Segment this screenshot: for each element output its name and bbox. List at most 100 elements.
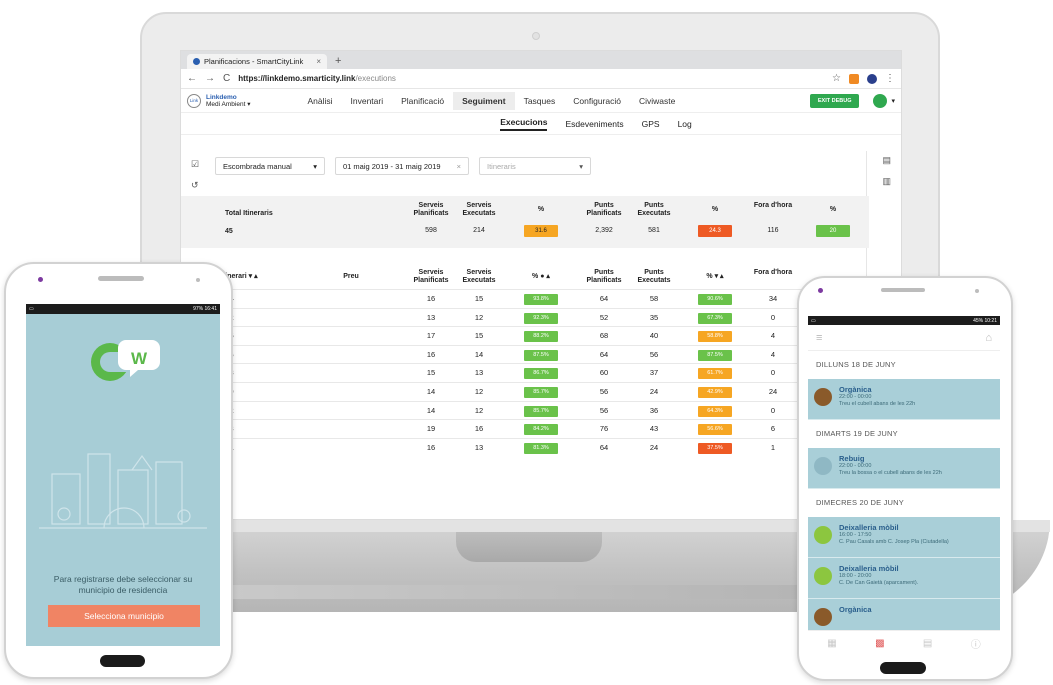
status-right: 45% 10:21: [973, 317, 997, 324]
map-icon[interactable]: ▦: [827, 638, 836, 649]
date-range-input[interactable]: 01 maig 2019 - 31 maig 2019 ×: [335, 157, 469, 175]
table-cell: 13: [426, 312, 436, 322]
table-row[interactable]: 528151386.7%603761.7%0: [181, 363, 869, 382]
collection-event[interactable]: Deixalleria mòbil 18:00 - 20:00 C. De Can …: [808, 558, 1000, 599]
phone-camera: [818, 288, 823, 293]
percent-badge: 81.3%: [524, 442, 558, 454]
user-menu-caret-icon[interactable]: ▾: [891, 97, 895, 105]
column-header[interactable]: Serveis Executats: [457, 269, 501, 285]
bin-icon[interactable]: ⌂: [985, 332, 992, 344]
menu-seguiment[interactable]: Seguiment: [453, 91, 515, 110]
table-cell: 24: [649, 386, 659, 396]
tab-log[interactable]: Log: [678, 119, 692, 129]
new-tab-button[interactable]: +: [335, 54, 341, 69]
menu-configuracio[interactable]: Configuració: [564, 92, 630, 110]
menu-inventari[interactable]: Inventari: [342, 92, 393, 110]
exit-debug-button[interactable]: EXIT DEBUG: [809, 93, 860, 108]
waste-type-icon: [814, 608, 832, 626]
clear-icon[interactable]: ×: [457, 162, 461, 171]
table-row[interactable]: 509141285.7%562442.9%24: [181, 381, 869, 401]
home-button[interactable]: [100, 655, 145, 667]
table-cell: 6: [770, 424, 776, 434]
sort-icon[interactable]: ▴: [546, 273, 550, 280]
logo-w-text: W: [131, 349, 148, 368]
document-icon[interactable]: ▤: [923, 638, 932, 649]
collection-event[interactable]: Deixalleria mòbil 16:00 - 17:50 C. Pau Cas…: [808, 517, 1000, 558]
menu-tasques[interactable]: Tasques: [515, 92, 565, 110]
percent-badge: 85.7%: [524, 386, 558, 398]
summary-header: %: [537, 206, 545, 213]
calendar-icon[interactable]: ▩: [875, 638, 884, 649]
table-row[interactable]: 506161487.5%645687.5%4: [181, 344, 869, 364]
history-icon[interactable]: ↺: [191, 180, 199, 191]
table-cell: 90.6%: [698, 293, 732, 305]
table-cell: 60: [599, 368, 609, 378]
registration-message: Para registrarse debe seleccionar su mun…: [53, 574, 193, 595]
organization-selector[interactable]: Linkdemo Medi Ambient ▾: [206, 94, 250, 108]
day-header: DIMECRES 20 DE JUNY: [808, 489, 1000, 517]
table-cell: 4: [770, 349, 776, 359]
table-row[interactable]: 522141285.7%563664.3%0: [181, 400, 869, 420]
itineraries-select[interactable]: Itineraris ▾: [479, 157, 591, 175]
status-bar: ▭ 45% 10:21: [808, 316, 1000, 325]
close-tab-icon[interactable]: ×: [316, 57, 321, 66]
report-icon[interactable]: ▥: [882, 176, 891, 187]
forward-icon[interactable]: →: [205, 73, 215, 84]
event-title: Deixalleria mòbil: [839, 523, 899, 532]
table-row[interactable]: 513191684.2%764356.6%6: [181, 419, 869, 438]
menu-analisi[interactable]: Anàlisi: [298, 92, 341, 110]
column-header[interactable]: Punts Planificats: [581, 269, 627, 285]
menu-planificacio[interactable]: Planificació: [392, 92, 453, 110]
select-municipality-button[interactable]: Selecciona municipio: [48, 605, 200, 627]
event-time: 22:00 - 00:00: [839, 463, 872, 469]
summary-total: 45: [225, 228, 233, 235]
rss-icon[interactable]: [849, 73, 859, 84]
column-header[interactable]: Serveis Planificats: [409, 269, 453, 285]
summary-header: Serveis Executats: [462, 202, 496, 217]
user-avatar[interactable]: [873, 93, 888, 108]
sort-icon[interactable]: ▾ ▴: [249, 273, 258, 280]
event-title: Rebuig: [839, 454, 865, 463]
hamburger-menu-icon[interactable]: ≡: [816, 332, 822, 344]
sort-icon[interactable]: ▾ ▴: [715, 273, 724, 280]
star-icon[interactable]: ☆: [832, 73, 841, 84]
type-select[interactable]: Escombrada manual ▾: [215, 157, 325, 175]
table-cell: 64.3%: [698, 405, 732, 417]
collection-event[interactable]: Rebuig 22:00 - 00:00 Treu la bossa o el cu…: [808, 448, 1000, 489]
home-button[interactable]: [880, 662, 926, 674]
summary-percent-badge: 24.3: [698, 225, 732, 237]
address-bar-row: ← → C https://linkdemo.smarticity.link/e…: [181, 69, 901, 89]
back-icon[interactable]: ←: [187, 73, 197, 84]
info-icon[interactable]: ⓘ: [971, 636, 981, 651]
filter-icon[interactable]: ●: [540, 273, 544, 280]
table-row[interactable]: 534161593.8%645890.6%34: [181, 289, 869, 308]
more-icon[interactable]: ⋮: [885, 73, 895, 84]
bottom-navigation: ▦ ▩ ▤ ⓘ: [808, 630, 1000, 656]
table-row[interactable]: 502131292.3%523567.3%0: [181, 307, 869, 327]
collection-event[interactable]: Orgànica 22:00 - 00:00 Treu el cubell aban…: [808, 379, 1000, 420]
column-header[interactable]: Fora d'hora: [751, 269, 795, 277]
column-header[interactable]: Punts Executats: [631, 269, 677, 285]
percent-badge: 87.5%: [698, 349, 732, 361]
profile-icon[interactable]: [867, 73, 877, 84]
reload-icon[interactable]: C: [223, 73, 230, 84]
tab-gps[interactable]: GPS: [642, 119, 660, 129]
summary-panel: Total Itineraris 45 Serveis Planificats …: [181, 196, 869, 248]
column-header[interactable]: % ▾ ▴: [687, 273, 743, 281]
percent-badge: 58.8%: [698, 331, 732, 343]
column-header-preu[interactable]: Preu: [331, 273, 371, 281]
url-field[interactable]: https://linkdemo.smarticity.link/executi…: [238, 74, 396, 83]
menu-civiwaste[interactable]: Civiwaste: [630, 92, 684, 110]
summary-value: 581: [648, 227, 660, 234]
document-icon[interactable]: ▤: [882, 155, 891, 166]
browser-tab[interactable]: Planificacions - SmartCityLink ×: [187, 54, 327, 69]
calendar-check-icon[interactable]: ☑: [191, 159, 199, 170]
filters-bar: Escombrada manual ▾ 01 maig 2019 - 31 mai…: [215, 157, 591, 175]
percent-badge: 90.6%: [698, 294, 732, 305]
column-header[interactable]: % ● ▴: [515, 273, 567, 281]
tab-esdeveniments[interactable]: Esdeveniments: [565, 119, 623, 129]
laptop-camera: [532, 32, 540, 40]
table-row[interactable]: 521161381.3%642437.5%1: [181, 437, 869, 457]
table-row[interactable]: 535171588.2%684058.8%4: [181, 326, 869, 345]
tab-execucions[interactable]: Execucions: [500, 117, 548, 131]
